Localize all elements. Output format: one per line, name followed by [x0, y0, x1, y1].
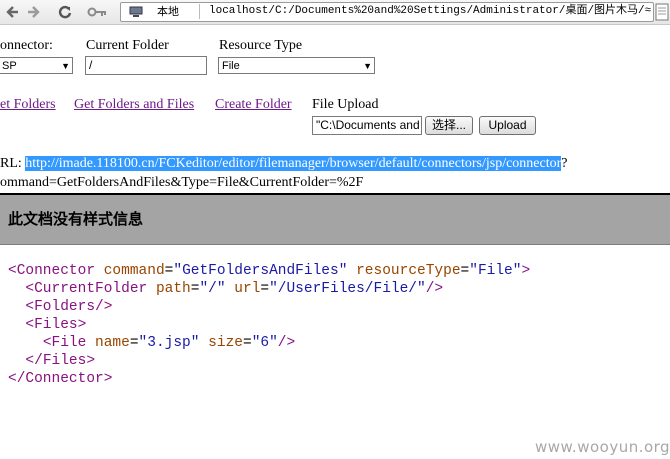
back-icon[interactable]	[2, 2, 22, 22]
get-folders-and-files-link[interactable]: Get Folders and Files	[74, 97, 194, 113]
url-label: RL:	[0, 156, 22, 171]
security-label: 本地	[157, 5, 179, 18]
chevron-down-icon: ▼	[61, 61, 70, 71]
xml-attr: path	[155, 281, 191, 297]
connector-select[interactable]: SP ▼	[0, 57, 73, 74]
xml-attr-value: /UserFiles/File/	[277, 281, 418, 297]
xml-attr: resourceType	[356, 263, 461, 279]
computer-icon	[129, 6, 143, 21]
current-folder-label: Current Folder	[86, 38, 169, 53]
xml-tag: Folders	[34, 299, 96, 315]
xml-attr-value: /	[208, 281, 217, 297]
resource-type-label: Resource Type	[219, 38, 303, 53]
watermark: www.wooyun.org	[535, 438, 670, 456]
xml-tag: File	[51, 335, 87, 351]
xml-attr-value: GetFoldersAndFiles	[182, 263, 339, 279]
xml-attr: command	[103, 263, 165, 279]
upload-button[interactable]: Upload	[479, 116, 536, 135]
address-text: localhost/C:/Documents%20and%20Settings/…	[209, 5, 652, 17]
browse-button[interactable]: 选择...	[425, 116, 473, 135]
xml-tree: <Connector command="GetFoldersAndFiles" …	[8, 263, 531, 387]
resource-type-select[interactable]: File ▼	[218, 57, 375, 74]
file-upload-label: File Upload	[312, 97, 379, 112]
get-folders-link[interactable]: et Folders	[0, 97, 56, 113]
xml-tag: Connector	[16, 263, 96, 279]
xml-attr: url	[234, 281, 261, 297]
browser-toolbar: 本地 localhost/C:/Documents%20and%20Settin…	[0, 0, 670, 25]
xml-attr-value: 3.jsp	[147, 335, 191, 351]
xml-tag: CurrentFolder	[34, 281, 148, 297]
xml-notice-text: 此文档没有样式信息	[8, 210, 144, 228]
reload-icon[interactable]	[55, 2, 75, 22]
xml-tag: Connector	[25, 371, 104, 387]
xml-notice-bar: 此文档没有样式信息	[0, 193, 670, 245]
xml-attr: name	[95, 335, 130, 351]
xml-tag: Files	[42, 353, 87, 369]
security-badge[interactable]: 本地	[123, 4, 200, 19]
url-suffix: ?	[561, 156, 568, 171]
key-icon[interactable]	[85, 2, 109, 22]
command-line: ommand=GetFoldersAndFiles&Type=File&Curr…	[0, 175, 364, 190]
create-folder-link[interactable]: Create Folder	[215, 97, 292, 113]
connector-label: onnector:	[0, 38, 53, 53]
chevron-down-icon: ▼	[363, 61, 372, 71]
xml-attr-value: File	[477, 263, 513, 279]
xml-tag: Files	[34, 317, 78, 333]
file-path-input[interactable]: "C:\Documents and	[312, 116, 422, 135]
request-url-line: RL: http://imade.118100.cn/FCKeditor/edi…	[0, 156, 568, 172]
address-bar[interactable]: 本地 localhost/C:/Documents%20and%20Settin…	[120, 2, 654, 22]
current-folder-input[interactable]: /	[85, 56, 207, 75]
page-menu-icon[interactable]	[655, 3, 669, 21]
xml-attr-value: 6	[260, 335, 270, 351]
selected-url[interactable]: http://imade.118100.cn/FCKeditor/editor/…	[25, 156, 562, 171]
forward-icon[interactable]	[24, 2, 44, 22]
resource-type-value: File	[222, 60, 240, 72]
xml-attr: size	[208, 335, 243, 351]
connector-value: SP	[2, 60, 17, 72]
